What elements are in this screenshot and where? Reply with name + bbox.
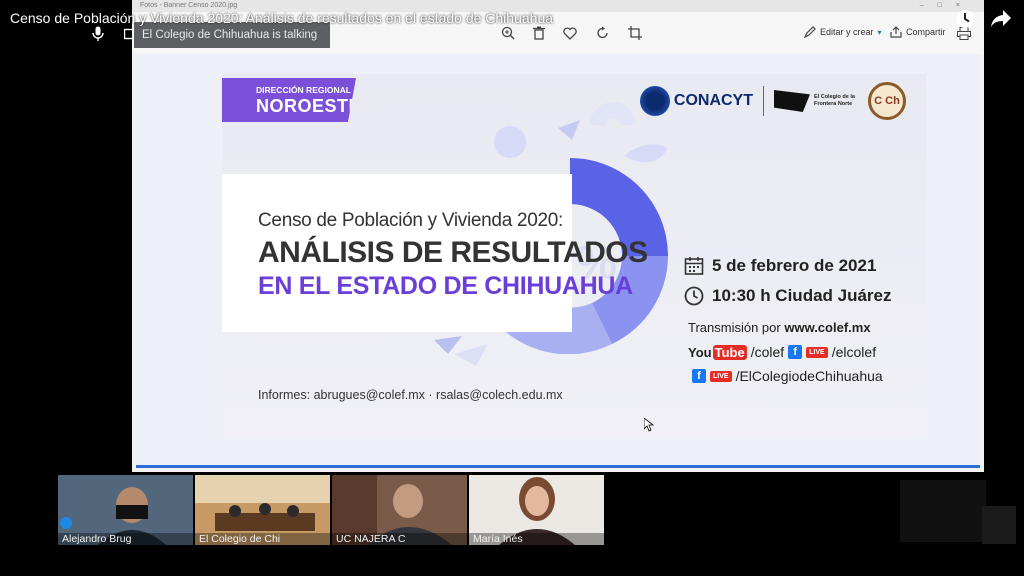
seal-text: C Ch	[874, 95, 900, 107]
title-line2: ANÁLISIS DE RESULTADOS	[258, 236, 648, 269]
dark-panel	[900, 480, 986, 542]
youtube-handle: /colef	[750, 344, 785, 360]
viewer-title-text: Fotos - Banner Censo 2020.jpg	[140, 2, 238, 9]
transmission-prefix: Transmisión por	[688, 320, 781, 335]
edit-icon	[804, 26, 816, 38]
share-arrow-icon[interactable]	[990, 8, 1012, 30]
colech-seal: C Ch	[868, 82, 906, 120]
event-date-text: 5 de febrero de 2021	[712, 256, 877, 275]
screen: Alejandro Brug El Colegio de Chi UC NAJE…	[0, 0, 1024, 576]
event-banner: DIRECCIÓN REGIONAL NOROESTE CONACYT El C…	[222, 74, 926, 438]
facebook-icon: f	[788, 345, 803, 359]
colef-emblem-icon	[774, 90, 810, 112]
region-badge: DIRECCIÓN REGIONAL NOROESTE	[222, 78, 356, 122]
edit-create-button[interactable]: Editar y crear ▾	[804, 26, 882, 38]
participant-name: El Colegio de Chi	[195, 533, 330, 545]
share-label: Compartir	[906, 27, 946, 37]
rotate-icon[interactable]	[595, 25, 611, 41]
badge-line1: DIRECCIÓN REGIONAL	[256, 85, 351, 95]
facebook-handle-2: /ElColegiodeChihuahua	[735, 368, 883, 384]
logo-row: CONACYT El Colegio de la Frontera Norte …	[639, 82, 906, 120]
conacyt-emblem-icon	[639, 86, 670, 116]
live-badge: LIVE	[806, 346, 828, 358]
conacyt-logo: CONACYT	[639, 86, 753, 116]
colef-logo: El Colegio de la Frontera Norte	[774, 90, 858, 112]
conacyt-text: CONACYT	[673, 92, 753, 109]
event-time: 10:30 h Ciudad Juárez	[684, 286, 892, 306]
crop-icon[interactable]	[627, 25, 643, 41]
live-badge: LIVE	[710, 370, 732, 382]
participant-tile[interactable]: María Inés	[469, 475, 604, 545]
colef-text: El Colegio de la Frontera Norte	[814, 93, 855, 107]
heart-icon[interactable]	[562, 25, 578, 41]
microphone-icon[interactable]	[90, 26, 106, 42]
share-box-icon	[890, 26, 902, 38]
photo-viewer-window: Fotos - Banner Censo 2020.jpg –□× Editar…	[132, 0, 984, 472]
title-line3: EN EL ESTADO DE CHIHUAHUA	[258, 272, 633, 300]
participant-name: UC NAJERA C	[332, 533, 467, 545]
youtube-you-text: You	[688, 344, 712, 360]
social-row-1: You Tube /colef f LIVE /elcolef	[688, 344, 876, 360]
deco-leaf-icon	[494, 126, 526, 158]
social-row-2: f LIVE /ElColegiodeChihuahua	[692, 368, 883, 384]
participant-tile[interactable]: UC NAJERA C	[332, 475, 467, 545]
event-time-text: 10:30 h Ciudad Juárez	[712, 286, 892, 305]
clock-icon	[684, 286, 704, 306]
deco-shard-icon	[558, 120, 580, 140]
participant-tile[interactable]: El Colegio de Chi	[195, 475, 330, 545]
participant-strip: Alejandro Brug El Colegio de Chi UC NAJE…	[58, 475, 604, 545]
participant-name: María Inés	[469, 533, 604, 545]
badge-line2: NOROESTE	[256, 96, 362, 116]
transmission-site: www.colef.mx	[784, 320, 871, 335]
youtube-tube-text: Tube	[712, 344, 747, 360]
mouse-cursor-icon	[644, 418, 654, 432]
title-card: Censo de Población y Vivienda 2020: ANÁL…	[222, 174, 648, 332]
trash-icon[interactable]	[531, 25, 547, 41]
facebook-handle-1: /elcolef	[831, 344, 877, 360]
share-button[interactable]: Compartir	[890, 26, 946, 38]
logo-divider	[763, 86, 764, 116]
clock-icon[interactable]	[954, 8, 976, 30]
transmission-line: Transmisión por www.colef.mx	[688, 320, 871, 335]
chevron-down-icon: ▾	[877, 27, 882, 37]
participant-name: Alejandro Brug	[58, 533, 193, 545]
calendar-icon	[684, 257, 704, 275]
video-title[interactable]: Censo de Población y Vivienda 2020: Anál…	[10, 10, 553, 26]
title-line1: Censo de Población y Vivienda 2020:	[258, 210, 563, 231]
zoom-icon[interactable]	[500, 25, 516, 41]
meeting-controls	[90, 26, 140, 42]
video-top-actions	[954, 8, 1012, 30]
facebook-icon: f	[692, 369, 706, 383]
participant-tile[interactable]: Alejandro Brug	[58, 475, 193, 545]
deco-leaf-icon	[624, 144, 668, 163]
image-canvas: DIRECCIÓN REGIONAL NOROESTE CONACYT El C…	[136, 54, 980, 468]
deco-shard-icon	[454, 344, 488, 366]
deco-arc-icon	[590, 102, 636, 125]
edit-create-label: Editar y crear	[820, 27, 874, 37]
youtube-logo-icon: You Tube	[688, 344, 747, 360]
contact-informes: Informes: abrugues@colef.mx · rsalas@col…	[258, 388, 563, 402]
self-view-tile[interactable]	[982, 506, 1016, 544]
event-date: 5 de febrero de 2021	[684, 256, 876, 276]
